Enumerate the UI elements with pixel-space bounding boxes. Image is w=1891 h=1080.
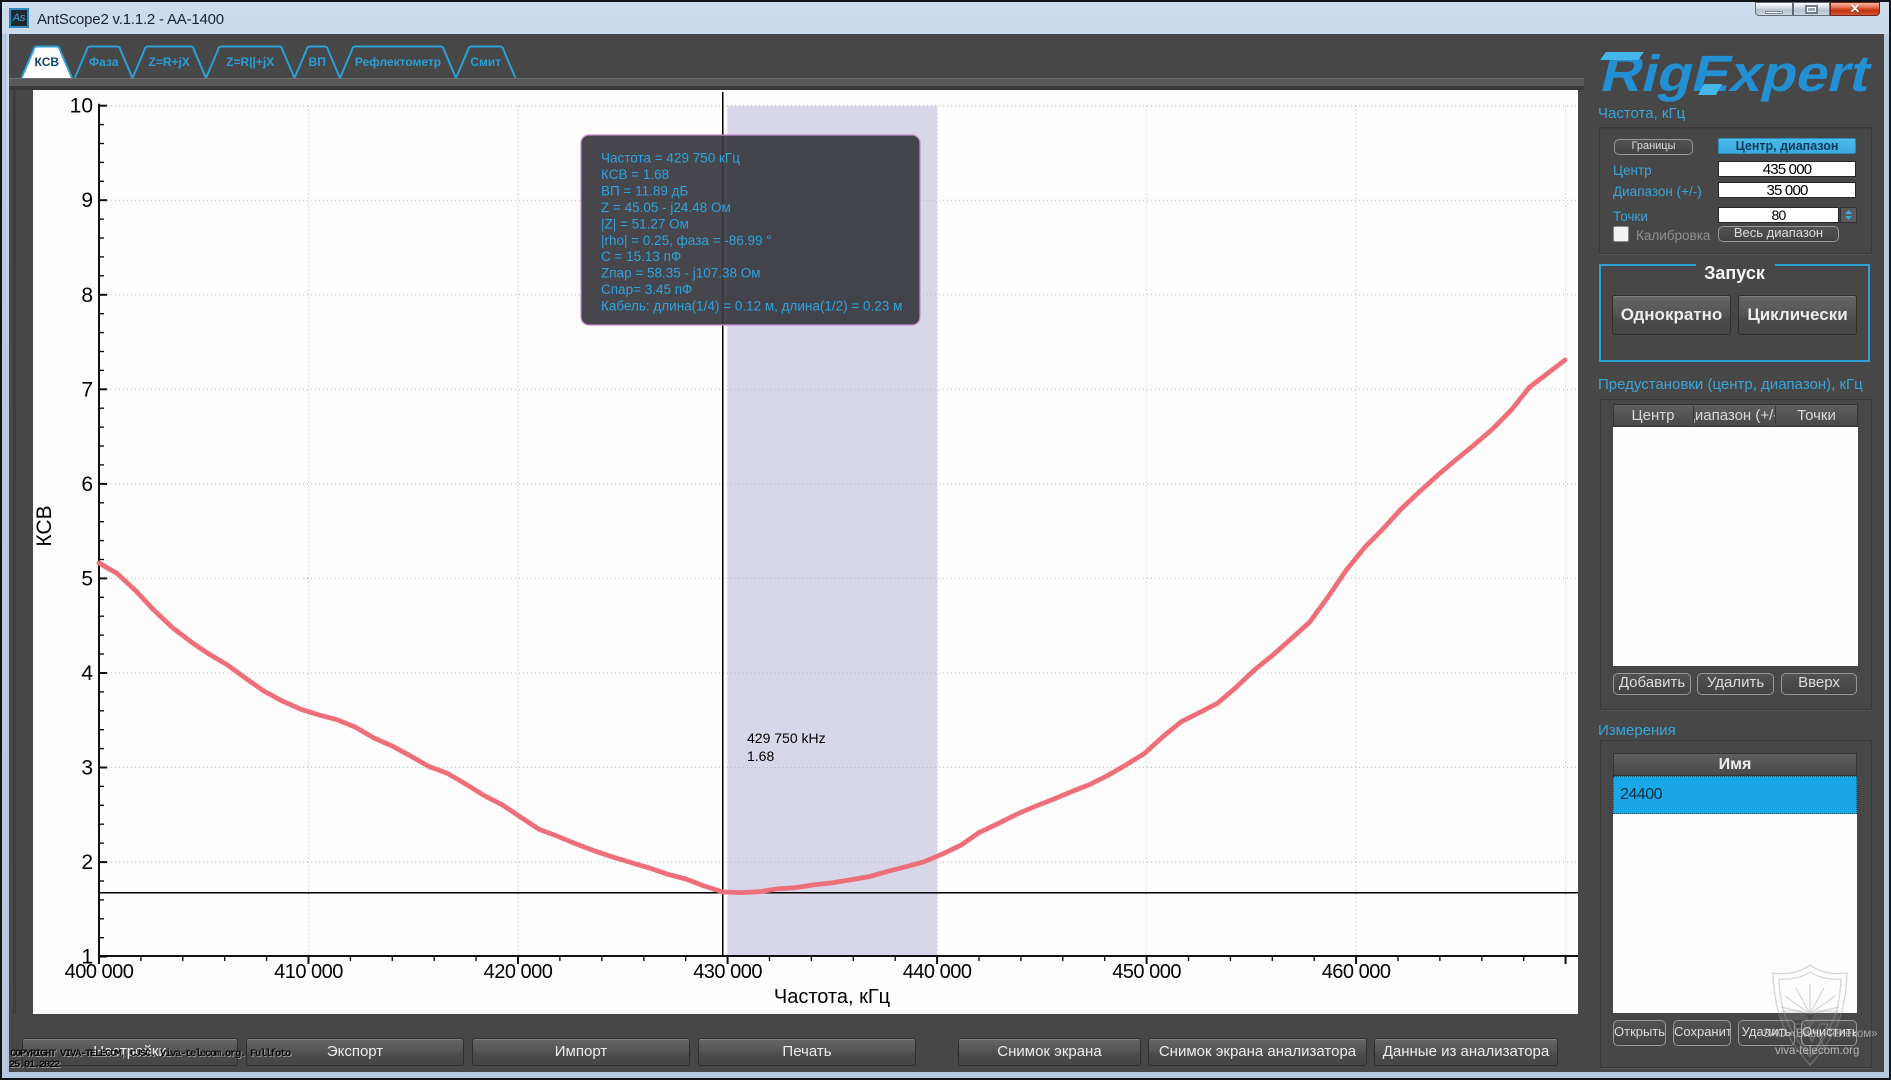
svg-text:|Z| = 51.27 Ом: |Z| = 51.27 Ом [601,216,689,231]
svg-text:450 000: 450 000 [1112,961,1181,983]
svg-text:Фаза: Фаза [89,55,119,69]
svg-text:1.68: 1.68 [747,748,774,764]
svg-text:КСВ = 1.68: КСВ = 1.68 [601,167,669,182]
svg-text:400 000: 400 000 [65,961,134,983]
svg-text:460 000: 460 000 [1322,961,1391,983]
svg-text:430 000: 430 000 [693,961,762,983]
svg-text:10: 10 [70,95,93,118]
svg-text:9: 9 [81,189,93,212]
svg-text:КСВ: КСВ [35,55,60,69]
svg-text:C = 15.13 пФ: C = 15.13 пФ [601,249,681,264]
svg-text:Z = 45.05 - j24.48 Ом: Z = 45.05 - j24.48 Ом [601,200,731,215]
svg-text:420 000: 420 000 [484,961,553,983]
svg-text:Спар= 3.45 пФ: Спар= 3.45 пФ [601,282,692,297]
svg-text:ВП: ВП [309,55,326,69]
svg-text:Смит: Смит [470,55,501,69]
svg-text:Частота = 429 750 кГц: Частота = 429 750 кГц [601,151,740,166]
svg-text:410 000: 410 000 [274,961,343,983]
svg-text:ВП = 11.89 дБ: ВП = 11.89 дБ [601,183,689,198]
svg-text:429 750 kHz: 429 750 kHz [747,730,826,746]
svg-text:КСВ: КСВ [33,505,56,546]
svg-text:|rho| = 0.25, фаза = -86.99 °: |rho| = 0.25, фаза = -86.99 ° [601,233,772,248]
svg-text:2: 2 [81,851,93,874]
svg-text:Кабель: длина(1/4) = 0.12 м, д: Кабель: длина(1/4) = 0.12 м, длина(1/2) … [601,299,902,314]
svg-text:Z=R+jX: Z=R+jX [149,55,190,69]
svg-text:7: 7 [81,378,93,401]
svg-text:440 000: 440 000 [903,961,972,983]
svg-text:6: 6 [81,473,93,496]
svg-text:Рефлектометр: Рефлектометр [355,55,441,69]
svg-text:8: 8 [81,284,93,307]
svg-text:Zпар = 58.35 - j107.38 Ом: Zпар = 58.35 - j107.38 Ом [601,266,761,281]
svg-text:3: 3 [81,757,93,780]
svg-text:4: 4 [81,662,93,685]
svg-text:Частота, кГц: Частота, кГц [774,986,890,1008]
svg-text:5: 5 [81,567,93,590]
svg-text:Z=R||+jX: Z=R||+jX [226,55,274,69]
